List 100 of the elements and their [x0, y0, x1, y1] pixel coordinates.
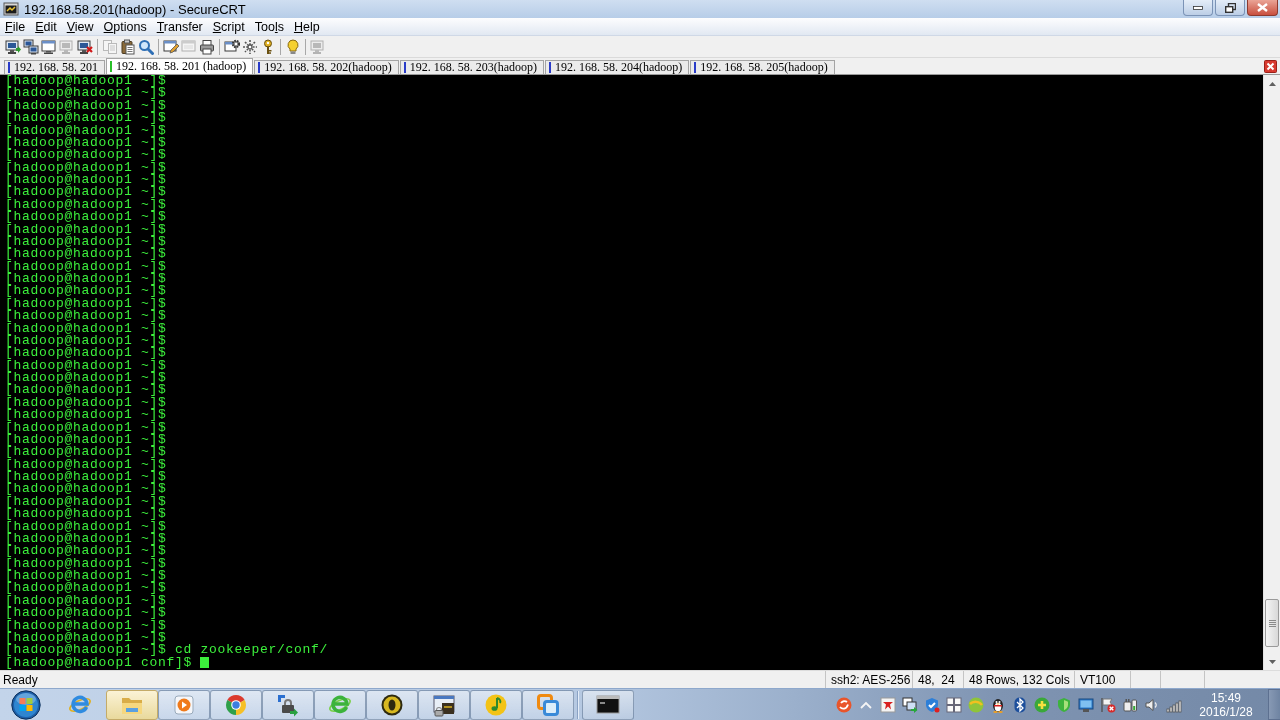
tab[interactable]: 192. 168. 58. 204(hadoop): [545, 60, 690, 74]
terminal-line: [hadoop@hadoop1 ~]$: [5, 483, 167, 496]
terminal-line: [hadoop@hadoop1 ~]$: [5, 161, 167, 174]
close-button[interactable]: [1247, 0, 1278, 16]
console-window-icon: [596, 692, 620, 717]
tab[interactable]: 192. 168. 58. 201: [4, 60, 105, 74]
disc-icon: [380, 692, 404, 717]
minimize-button[interactable]: [1183, 0, 1213, 16]
terminal-line: [hadoop@hadoop1 ~]$: [5, 273, 167, 286]
minimize-icon: [1193, 5, 1203, 10]
terminal-line: [hadoop@hadoop1 ~]$: [5, 359, 167, 372]
terminal-line: [hadoop@hadoop1 ~]$: [5, 532, 167, 546]
terminal-line: [hadoop@hadoop1 ~]$: [5, 582, 167, 595]
terminal-line: [hadoop@hadoop1 ~]$: [5, 508, 167, 521]
monitor-icon[interactable]: [1078, 696, 1094, 713]
padlock-icon: [276, 692, 300, 717]
status-section: 48 Rows, 132 Cols: [969, 672, 1070, 687]
terminal-line: [hadoop@hadoop1 ~]$: [5, 334, 167, 348]
menu-item[interactable]: Options: [98, 18, 152, 35]
terminal-line: [hadoop@hadoop1 ~]$: [5, 631, 167, 645]
terminal-line: [hadoop@hadoop1 ~]$: [5, 285, 167, 298]
search-icon[interactable]: [138, 38, 154, 55]
terminal-line: [hadoop@hadoop1 ~]$: [5, 186, 167, 199]
swirl-badge-icon[interactable]: [836, 696, 852, 713]
terminal-line: [hadoop@hadoop1 ~]$: [5, 347, 167, 360]
terminal-line: [hadoop@hadoop1 ~]$: [5, 99, 167, 113]
penguin-icon[interactable]: [990, 696, 1006, 713]
grid-icon[interactable]: [946, 696, 962, 713]
two-monitors-icon[interactable]: [23, 38, 39, 55]
terminal-line: [hadoop@hadoop1 ~]$: [5, 149, 167, 162]
shield-check-icon[interactable]: [924, 696, 940, 713]
terminal-line: [hadoop@hadoop1 ~]$: [5, 372, 167, 385]
terminal-line: [hadoop@hadoop1 ~]$: [5, 223, 167, 236]
terminal-line: [hadoop@hadoop1 ~]$: [5, 396, 167, 410]
terminal-line: [hadoop@hadoop1 ~]$: [5, 136, 167, 150]
menu-item[interactable]: Script: [207, 18, 250, 35]
menu-item[interactable]: Edit: [30, 18, 62, 35]
terminal-line: [hadoop@hadoop1 ~]$: [5, 198, 167, 212]
menu-item[interactable]: Tools: [249, 18, 289, 35]
window-pen-icon[interactable]: [163, 38, 179, 55]
close-icon: [1257, 3, 1268, 12]
windows-arrow-icon[interactable]: [902, 696, 918, 713]
tile-icon[interactable]: [880, 696, 896, 713]
close-tab-button[interactable]: [1264, 59, 1277, 73]
play-icon: [172, 692, 196, 717]
power-plug-icon[interactable]: [1122, 696, 1138, 713]
terminal-line: [hadoop@hadoop1 ~]$ cd zookeeper/conf/: [5, 644, 329, 657]
terminal-line: [hadoop@hadoop1 ~]$: [5, 607, 167, 620]
scrollbar-thumb[interactable]: [1265, 599, 1279, 647]
tab[interactable]: 192. 168. 58. 205(hadoop): [690, 60, 835, 74]
lightbulb-icon[interactable]: [285, 38, 301, 55]
music-note-icon: [484, 692, 508, 717]
terminal-line: [hadoop@hadoop1 ~]$: [5, 75, 167, 88]
flag-x-icon[interactable]: [1100, 696, 1116, 713]
triangle-down-icon: [1268, 659, 1276, 664]
terminal-line: [hadoop@hadoop1 ~]$: [5, 520, 167, 533]
terminal-line: [hadoop@hadoop1 ~]$: [5, 384, 167, 397]
terminal-line: [hadoop@hadoop1 ~]$: [5, 235, 167, 249]
bluetooth-icon[interactable]: [1012, 696, 1028, 713]
terminal-line: [hadoop@hadoop1 ~]$: [5, 619, 167, 632]
menu-item[interactable]: View: [61, 18, 99, 35]
clipboard-icon[interactable]: [120, 38, 136, 55]
speaker-icon[interactable]: [1144, 696, 1160, 713]
tab[interactable]: 192. 168. 58. 202(hadoop): [254, 60, 399, 74]
taskbar-button[interactable]: [418, 689, 470, 720]
restore-button[interactable]: [1215, 0, 1245, 16]
menu-item[interactable]: File: [0, 18, 31, 35]
monitor-arrow-icon[interactable]: [5, 38, 21, 55]
taskbar-button[interactable]: [262, 689, 314, 720]
terminal-window-icon: [3, 2, 19, 16]
triangle-up-icon: [1268, 81, 1276, 86]
monitor-x-icon[interactable]: [77, 38, 93, 55]
window-title: 192.168.58.201(hadoop) - SecureCRT: [24, 1, 246, 17]
terminal-line: [hadoop@hadoop1 ~]$: [5, 458, 167, 471]
terminal-line: [hadoop@hadoop1 ~]$: [5, 421, 167, 434]
window-gear-icon[interactable]: [224, 38, 240, 55]
tab[interactable]: 192. 168. 58. 201 (hadoop): [106, 58, 254, 74]
terminal-line: [hadoop@hadoop1 ~]$: [5, 124, 167, 137]
menu-item[interactable]: Transfer: [151, 18, 208, 35]
terminal-line: [hadoop@hadoop1 ~]$: [5, 260, 167, 273]
terminal-line: [hadoop@hadoop1 ~]$: [5, 570, 167, 583]
tab[interactable]: 192. 168. 58. 203(hadoop): [399, 60, 544, 74]
window-icon[interactable]: [41, 38, 57, 55]
orb-icon: [11, 689, 41, 720]
menu-item[interactable]: Help: [288, 18, 325, 35]
asterisk-icon[interactable]: [242, 38, 258, 55]
status-section: 48, 24: [918, 672, 955, 687]
terminal-line: [hadoop@hadoop1 ~]$: [5, 545, 167, 558]
taskbar-button[interactable]: [582, 689, 634, 720]
terminal-line: [hadoop@hadoop1 ~]$: [5, 310, 167, 323]
terminal-line: [hadoop@hadoop1 ~]$: [5, 495, 167, 509]
terminal-line: [hadoop@hadoop1 ~]$: [5, 446, 167, 459]
terminal-line: [hadoop@hadoop1 ~]$: [5, 248, 167, 261]
terminal-line: [hadoop@hadoop1 ~]$: [5, 112, 167, 125]
terminal-line: [hadoop@hadoop1 ~]$: [5, 174, 167, 187]
window-padlock-icon: [432, 692, 456, 717]
taskbar-button[interactable]: [366, 689, 418, 720]
status-section: ssh2: AES-256: [831, 672, 911, 687]
terminal-line: [hadoop@hadoop1 ~]$: [5, 297, 167, 311]
printer-icon[interactable]: [199, 38, 215, 55]
